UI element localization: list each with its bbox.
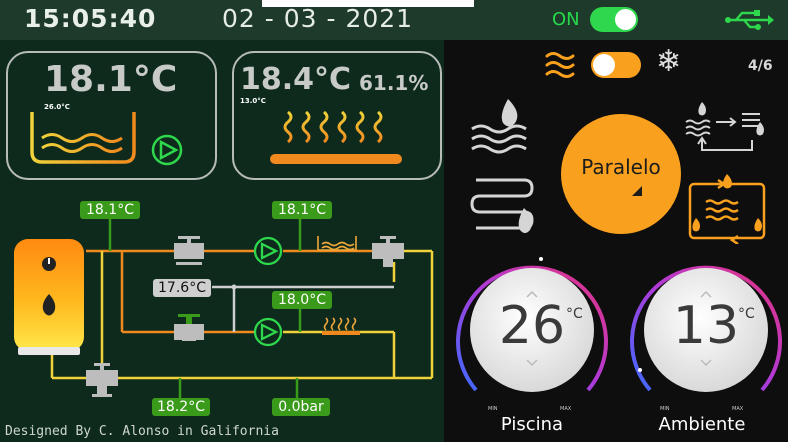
pressure-tag: 0.0bar [272, 398, 330, 416]
usb-icon [725, 10, 774, 30]
ambient-dial-max: MAX [732, 406, 744, 412]
ambient-setpoint: 13.0°C [240, 97, 266, 105]
pool-dial-name: Piscina [500, 414, 564, 435]
floor-coil-icon[interactable] [468, 172, 544, 240]
parallel-icon[interactable] [684, 174, 770, 244]
ambient-dial-min: MIN [660, 406, 670, 412]
power-toggle[interactable] [590, 7, 638, 32]
date-display: 02 - 03 - 2021 [222, 4, 414, 33]
mode-selector-label: Paralelo [581, 155, 661, 179]
snowflake-icon[interactable]: ❄ [656, 45, 681, 79]
pool-dial-value: 26 [498, 296, 566, 356]
clock: 15:05:40 [24, 4, 157, 33]
app-root: 15:05:40 02 - 03 - 2021 ON 18.1°C 26.0°C… [0, 0, 788, 442]
power-label: ON [552, 9, 580, 30]
pool-dial-min: MIN [488, 406, 498, 412]
temp-tag-supply-left: 18.1°C [80, 201, 140, 219]
mode-selector-indicator [632, 186, 642, 196]
waves-icon[interactable] [543, 48, 577, 82]
pool-temperature: 18.1°C [44, 59, 178, 100]
ambient-humidity: 61.1% [359, 71, 429, 95]
mode-toggle-knob [593, 54, 615, 76]
ambient-temperature: 18.4°C [240, 62, 352, 97]
pool-pump-icon [151, 134, 183, 166]
mode-toggle[interactable] [591, 52, 641, 78]
pool-water-icon [30, 112, 136, 164]
series-icon[interactable] [682, 100, 770, 156]
page-indicator: 4/6 [748, 58, 773, 74]
pool-dial-unit: °C [566, 306, 583, 322]
pool-dial-max: MAX [560, 406, 572, 412]
footer-credit: Designed By C. Alonso in Galifornia [5, 424, 279, 439]
heat-pump-icon[interactable] [468, 95, 548, 165]
temp-tag-middle: 18.0°C [272, 291, 332, 309]
ambient-dial-unit: °C [738, 306, 755, 322]
temp-tag-return: 18.2°C [152, 398, 210, 416]
ambient-dial-name: Ambiente [658, 414, 746, 435]
temp-tag-bypass: 17.6°C [153, 279, 211, 297]
ambient-dial-value: 13 [672, 296, 740, 356]
floor-heating-icon [270, 110, 402, 164]
power-toggle-knob [615, 9, 636, 30]
hydraulic-diagram [14, 215, 434, 400]
temp-tag-supply-right: 18.1°C [272, 201, 332, 219]
